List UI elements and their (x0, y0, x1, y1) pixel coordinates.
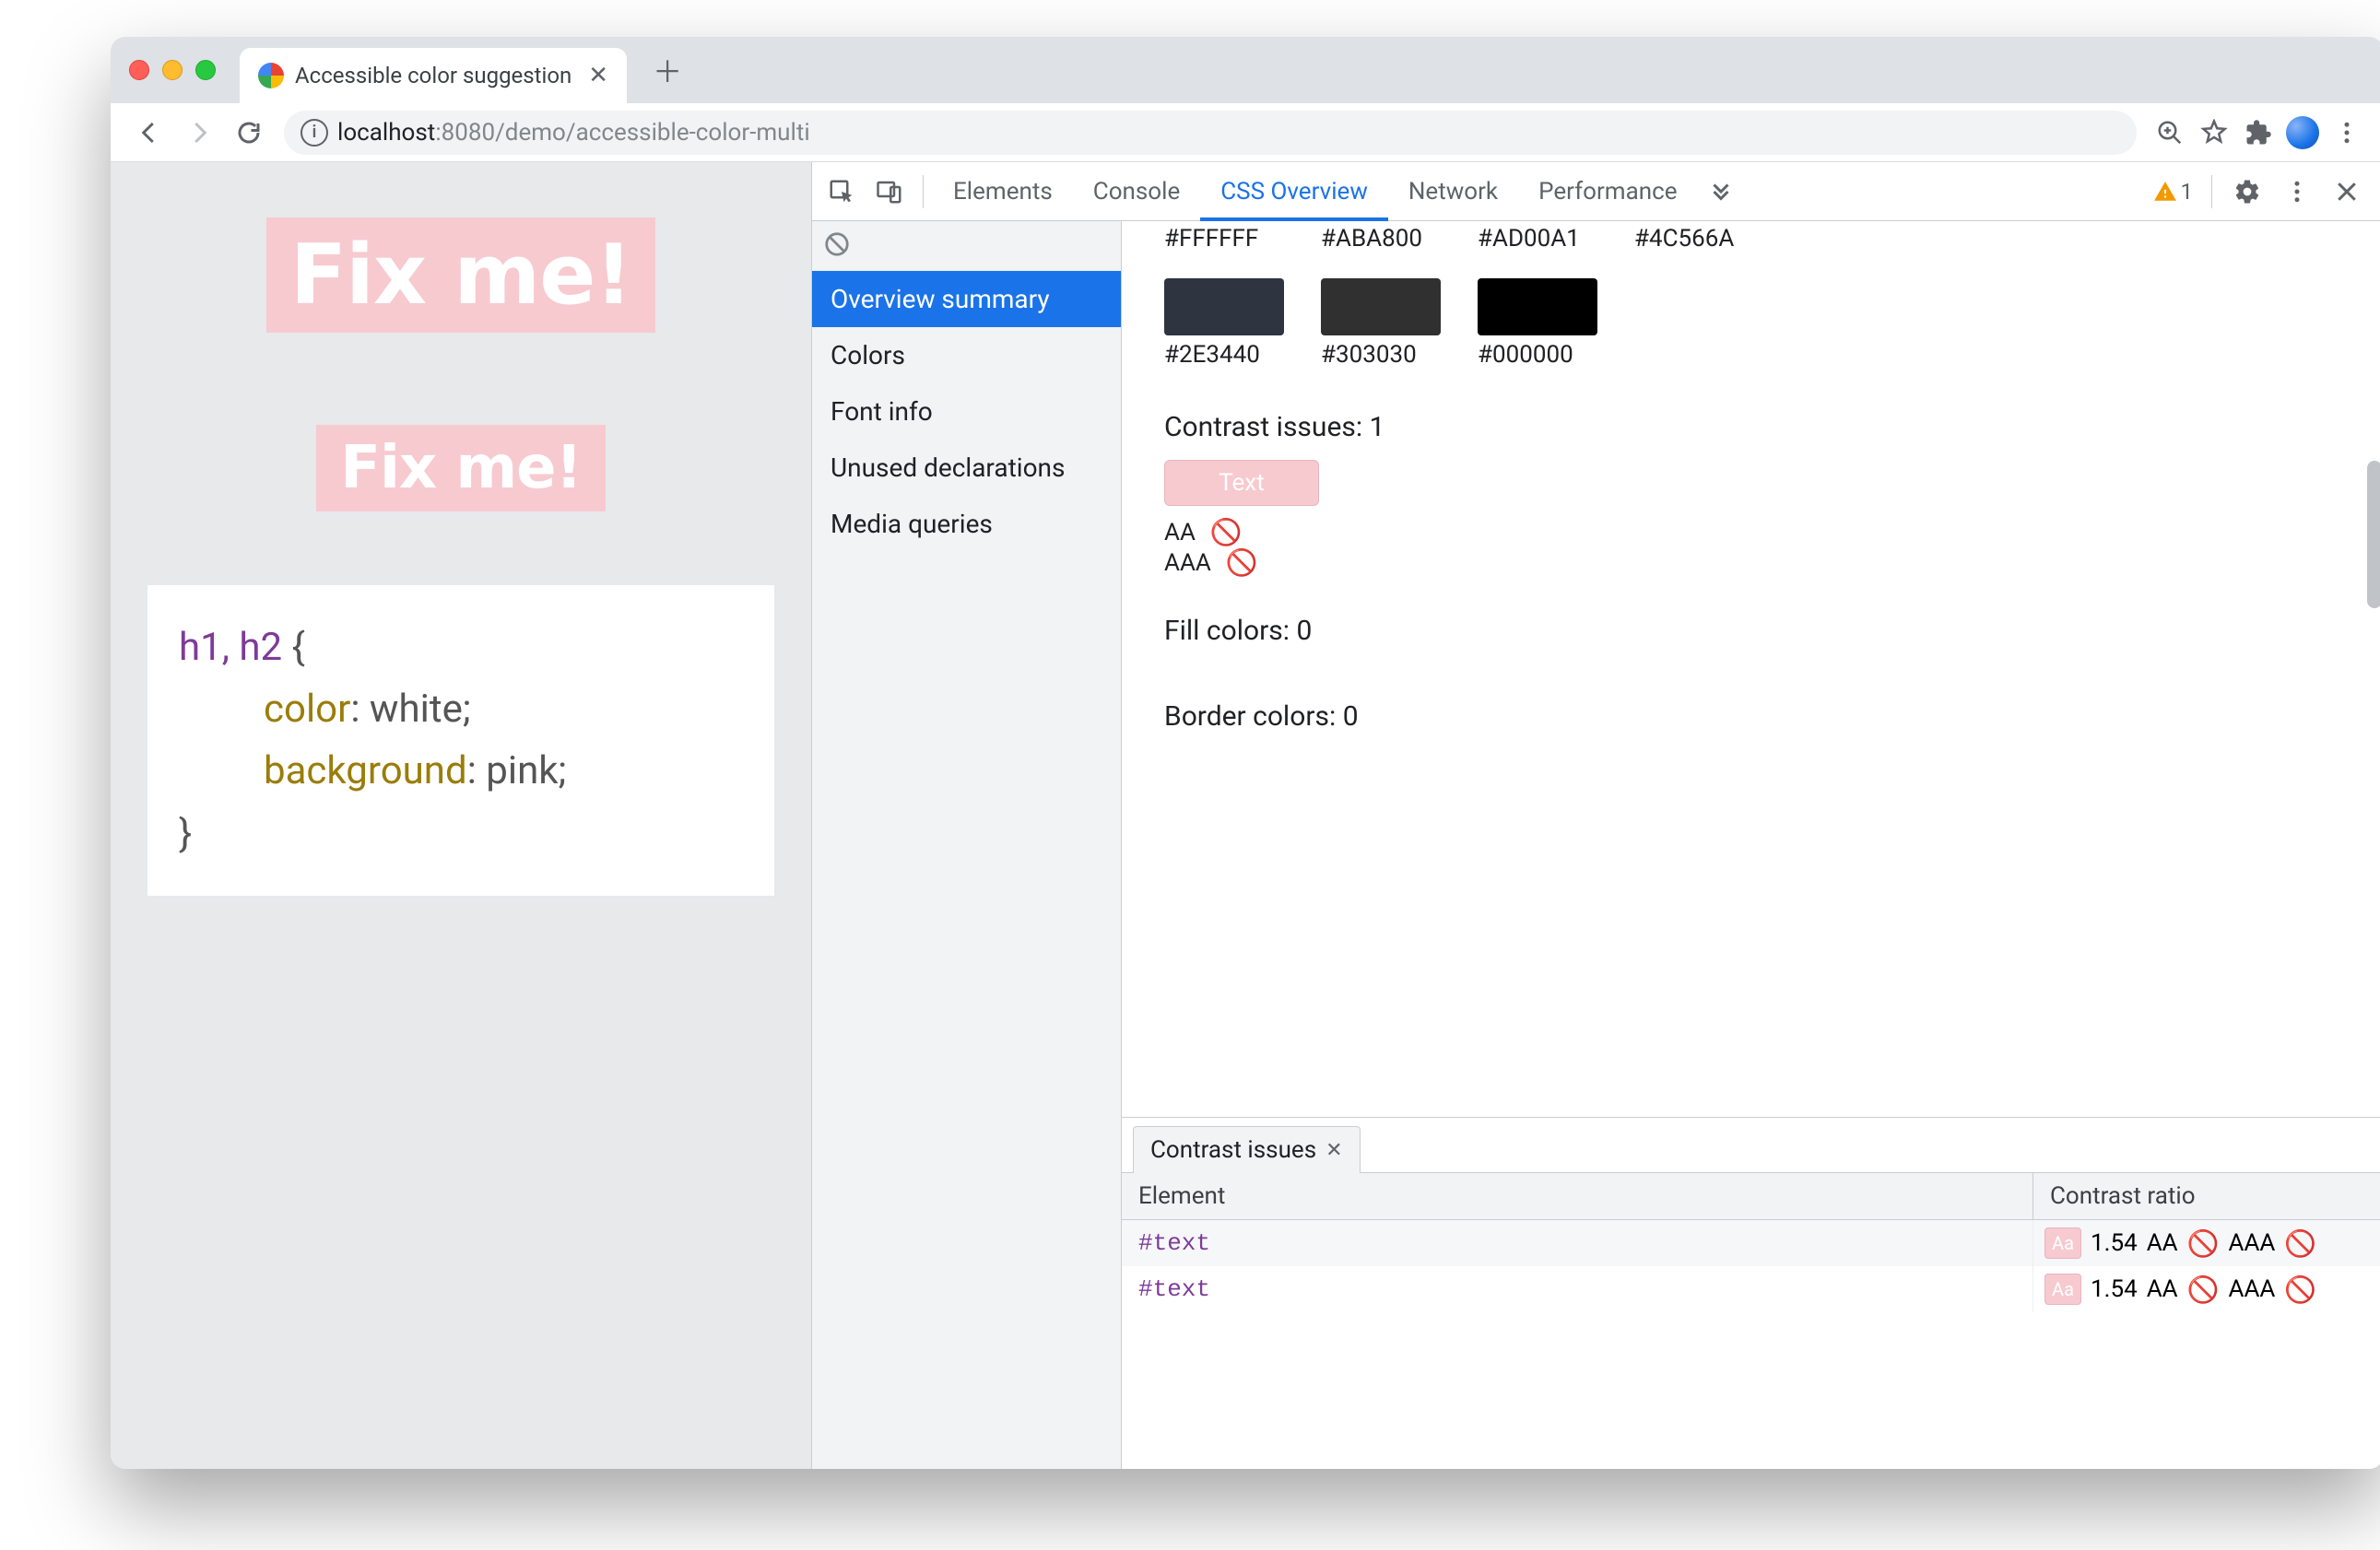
fail-icon: 🚫 (2284, 1228, 2316, 1259)
sidebar-item-media[interactable]: Media queries (812, 496, 1121, 552)
tabs-overflow-icon[interactable] (1697, 168, 1745, 216)
table-header: Element Contrast ratio (1122, 1172, 2380, 1220)
swatch-codes-mid: #2E3440 #303030 #000000 (1122, 341, 2380, 374)
titlebar: Accessible color suggestion ✕ ＋ (111, 37, 2380, 103)
address-bar[interactable]: i localhost:8080/demo/accessible-color-m… (284, 111, 2137, 155)
settings-icon[interactable] (2223, 168, 2271, 216)
table-row[interactable]: #text Aa 1.54 AA🚫 AAA🚫 (1122, 1220, 2380, 1266)
heading-1: Fix me! (266, 217, 656, 333)
window-controls (129, 60, 216, 80)
maximize-window-button[interactable] (195, 60, 216, 80)
tab-title: Accessible color suggestion (295, 63, 571, 88)
close-tab-icon[interactable]: ✕ (588, 62, 608, 89)
sidebar-item-overview[interactable]: Overview summary (812, 271, 1121, 327)
table-row[interactable]: #text Aa 1.54 AA🚫 AAA🚫 (1122, 1266, 2380, 1312)
back-button[interactable] (127, 111, 171, 155)
content-area: Fix me! Fix me! h1, h2 { color: white; b… (111, 162, 2380, 1469)
reload-button[interactable] (227, 111, 271, 155)
stop-capture-icon[interactable] (812, 221, 1121, 271)
url-text: localhost:8080/demo/accessible-color-mul… (337, 119, 810, 147)
code-block: h1, h2 { color: white; background: pink;… (147, 585, 774, 896)
profile-avatar[interactable] (2282, 112, 2323, 153)
contrast-text-chip[interactable]: Text (1164, 460, 1319, 506)
site-info-icon[interactable]: i (300, 119, 328, 147)
col-element: Element (1122, 1173, 2033, 1219)
tab-network[interactable]: Network (1388, 162, 1518, 221)
swatch-row-mid (1122, 258, 2380, 341)
col-ratio: Contrast ratio (2033, 1173, 2380, 1219)
tab-css-overview[interactable]: CSS Overview (1200, 162, 1388, 221)
new-tab-button[interactable]: ＋ (649, 52, 686, 88)
tab-elements[interactable]: Elements (933, 162, 1073, 221)
fail-icon: 🚫 (2187, 1274, 2220, 1305)
minimize-window-button[interactable] (162, 60, 183, 80)
fail-icon: 🚫 (2284, 1274, 2316, 1305)
devtools-tabstrip: Elements Console CSS Overview Network Pe… (812, 162, 2380, 221)
forward-button[interactable] (177, 111, 221, 155)
contrast-swatch: Aa (2044, 1227, 2081, 1259)
sidebar-item-colors[interactable]: Colors (812, 327, 1121, 383)
warnings-indicator[interactable]: 1 (2146, 179, 2201, 205)
heading-2: Fix me! (316, 425, 606, 511)
fail-icon: 🚫 (1226, 547, 1258, 578)
device-toolbar-icon[interactable] (866, 168, 913, 216)
inspect-element-icon[interactable] (818, 168, 866, 216)
contrast-swatch: Aa (2044, 1274, 2081, 1305)
toolbar-right (2150, 112, 2367, 153)
annotation-arrow (1122, 454, 1129, 551)
tab-performance[interactable]: Performance (1518, 162, 1697, 221)
fail-icon: 🚫 (2187, 1228, 2220, 1259)
css-overview-sidebar: Overview summary Colors Font info Unused… (812, 221, 1122, 1469)
color-swatch[interactable] (1321, 278, 1441, 335)
swatch-codes-top: #FFFFFF #ABA800 #AD00A1 #4C566A (1122, 221, 2380, 258)
browser-toolbar: i localhost:8080/demo/accessible-color-m… (111, 103, 2380, 162)
sidebar-item-font[interactable]: Font info (812, 383, 1121, 440)
color-swatch[interactable] (1478, 278, 1597, 335)
color-swatch[interactable] (1164, 278, 1284, 335)
sidebar-item-unused[interactable]: Unused declarations (812, 440, 1121, 496)
css-overview-main: #FFFFFF #ABA800 #AD00A1 #4C566A #2E3440 (1122, 221, 2380, 1469)
tab-console[interactable]: Console (1073, 162, 1200, 221)
devtools-panel: Elements Console CSS Overview Network Pe… (811, 162, 2380, 1469)
bookmark-icon[interactable] (2194, 112, 2234, 153)
devtools-body: Overview summary Colors Font info Unused… (812, 221, 2380, 1469)
zoom-icon[interactable] (2150, 112, 2190, 153)
contrast-issues-heading: Contrast issues: 1 (1122, 374, 2380, 460)
fail-icon: 🚫 (1210, 517, 1243, 547)
devtools-menu-icon[interactable] (2273, 168, 2321, 216)
close-window-button[interactable] (129, 60, 149, 80)
web-page: Fix me! Fix me! h1, h2 { color: white; b… (111, 162, 811, 1469)
fill-colors-heading: Fill colors: 0 (1122, 578, 2380, 663)
tab-favicon (258, 63, 284, 88)
contrast-levels: AA🚫 AAA🚫 (1164, 517, 2380, 578)
browser-menu-icon[interactable] (2327, 112, 2367, 153)
extensions-icon[interactable] (2238, 112, 2279, 153)
contrast-issues-tab[interactable]: Contrast issues ✕ (1133, 1126, 1361, 1173)
close-panel-icon[interactable]: ✕ (1325, 1139, 1342, 1162)
browser-tab[interactable]: Accessible color suggestion ✕ (240, 48, 627, 103)
browser-window: Accessible color suggestion ✕ ＋ i localh… (111, 37, 2380, 1469)
border-colors-heading: Border colors: 0 (1122, 663, 2380, 749)
close-devtools-icon[interactable] (2323, 168, 2371, 216)
contrast-issues-panel: Contrast issues ✕ Element Contrast ratio (1122, 1117, 2380, 1469)
